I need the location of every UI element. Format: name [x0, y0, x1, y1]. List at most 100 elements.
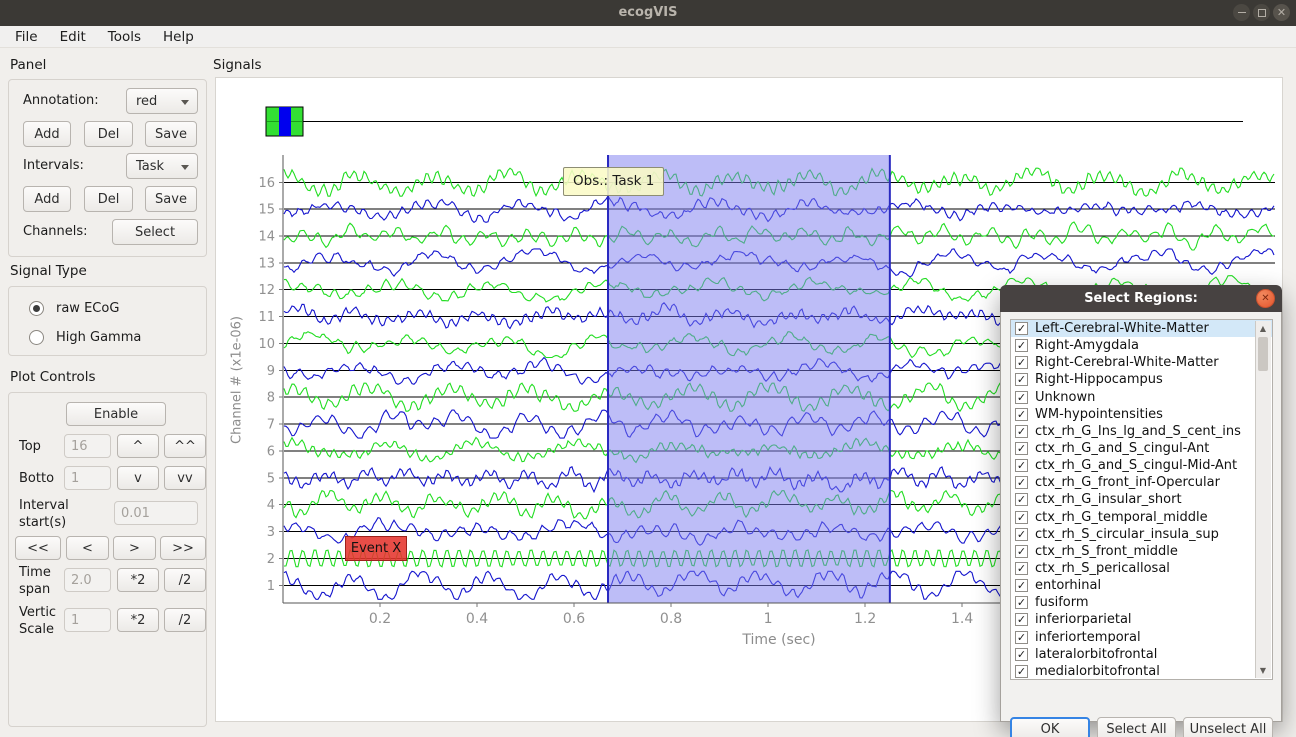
region-row[interactable]: ✓inferiorparietal: [1011, 611, 1272, 628]
region-name: ctx_rh_G_and_S_cingul-Mid-Ant: [1035, 458, 1237, 473]
channel-down-button[interactable]: v: [117, 466, 159, 490]
checkbox-checked[interactable]: ✓: [1015, 579, 1028, 592]
menu-edit[interactable]: Edit: [49, 26, 97, 48]
checkbox-checked[interactable]: ✓: [1015, 339, 1028, 352]
region-row[interactable]: ✓ Right-Amygdala: [1011, 337, 1272, 354]
region-row[interactable]: ✓ctx_rh_G_insular_short: [1011, 491, 1272, 508]
region-row[interactable]: ✓medialorbitofrontal: [1011, 663, 1272, 680]
checkbox-checked[interactable]: ✓: [1015, 511, 1028, 524]
signal-type-option-high-gamma[interactable]: High Gamma: [29, 328, 141, 346]
menu-help[interactable]: Help: [152, 26, 205, 48]
region-row[interactable]: ✓entorhinal: [1011, 577, 1272, 594]
dialog-close-button[interactable]: ✕: [1256, 289, 1275, 308]
intervals-combobox[interactable]: Task: [126, 153, 198, 179]
ok-button[interactable]: OK: [1010, 717, 1090, 737]
checkbox-checked[interactable]: ✓: [1015, 322, 1028, 335]
checkbox-checked[interactable]: ✓: [1015, 373, 1028, 386]
region-row[interactable]: ✓fusiform: [1011, 594, 1272, 611]
region-name: Right-Cerebral-White-Matter: [1035, 355, 1219, 370]
region-row[interactable]: ✓WM-hypointensities: [1011, 406, 1272, 423]
menu-tools[interactable]: Tools: [97, 26, 152, 48]
minimize-button[interactable]: [1233, 4, 1250, 21]
time-span-halve-button[interactable]: /2: [164, 568, 206, 592]
x-tick-label: 0.6: [563, 611, 585, 627]
dialog-title-bar: Select Regions:: [1000, 285, 1282, 312]
checkbox-checked[interactable]: ✓: [1015, 613, 1028, 626]
vertical-scale-double-button[interactable]: *2: [117, 608, 159, 632]
nav-page-forward-button[interactable]: >>: [160, 536, 206, 560]
maximize-button[interactable]: [1253, 4, 1270, 21]
scroll-down-icon[interactable]: ▼: [1256, 663, 1270, 678]
region-row[interactable]: ✓ctx_rh_S_pericallosal: [1011, 560, 1272, 577]
overview-current-window: [279, 107, 291, 136]
interval-selection-region[interactable]: [608, 155, 890, 603]
overview-timeline[interactable]: [266, 107, 1243, 136]
checkbox-checked[interactable]: ✓: [1015, 476, 1028, 489]
checkbox-checked[interactable]: ✓: [1015, 391, 1028, 404]
radio-button-selected[interactable]: [29, 301, 44, 316]
nav-step-back-button[interactable]: <: [66, 536, 109, 560]
bottom-channel-input[interactable]: [64, 466, 111, 490]
region-row[interactable]: ✓ Right-Hippocampus: [1011, 371, 1272, 388]
checkbox-checked[interactable]: ✓: [1015, 459, 1028, 472]
nav-step-forward-button[interactable]: >: [113, 536, 156, 560]
region-row[interactable]: ✓Left-Cerebral-White-Matter: [1011, 320, 1272, 337]
vertical-scale-halve-button[interactable]: /2: [164, 608, 206, 632]
checkbox-checked[interactable]: ✓: [1015, 493, 1028, 506]
y-tick-label: 11: [258, 310, 275, 325]
checkbox-checked[interactable]: ✓: [1015, 442, 1028, 455]
checkbox-checked[interactable]: ✓: [1015, 596, 1028, 609]
checkbox-checked[interactable]: ✓: [1015, 545, 1028, 558]
signal-type-option-raw-ecog[interactable]: raw ECoG: [29, 299, 119, 317]
channel-up-button[interactable]: ^: [117, 434, 159, 458]
region-name: Right-Amygdala: [1035, 338, 1139, 353]
select-all-button[interactable]: Select All: [1097, 717, 1176, 737]
region-row[interactable]: ✓ctx_rh_G_Ins_lg_and_S_cent_ins: [1011, 423, 1272, 440]
checkbox-checked[interactable]: ✓: [1015, 648, 1028, 661]
channel-down-fast-button[interactable]: vv: [164, 466, 206, 490]
checkbox-checked[interactable]: ✓: [1015, 665, 1028, 678]
interval-start-input[interactable]: [114, 501, 198, 525]
region-row[interactable]: ✓ctx_rh_G_and_S_cingul-Ant: [1011, 440, 1272, 457]
checkbox-checked[interactable]: ✓: [1015, 425, 1028, 438]
region-row[interactable]: ✓inferiortemporal: [1011, 629, 1272, 646]
regions-scrollbar[interactable]: ▲ ▼: [1255, 321, 1271, 678]
region-row[interactable]: ✓ ctx_rh_G_and_S_cingul-Mid-Ant: [1011, 457, 1272, 474]
region-row[interactable]: ✓ctx_rh_S_circular_insula_sup: [1011, 526, 1272, 543]
annotation-del-button[interactable]: Del: [84, 121, 133, 147]
event-marker-label[interactable]: Event X: [345, 536, 407, 561]
scrollbar-thumb[interactable]: [1258, 337, 1268, 371]
vertical-scale-input[interactable]: [64, 608, 111, 632]
region-row[interactable]: ✓ Right-Cerebral-White-Matter: [1011, 354, 1272, 371]
region-row[interactable]: ✓Unknown: [1011, 389, 1272, 406]
annotation-add-button[interactable]: Add: [23, 121, 71, 147]
region-row[interactable]: ✓ctx_rh_S_front_middle: [1011, 543, 1272, 560]
radio-button[interactable]: [29, 330, 44, 345]
region-row[interactable]: ✓lateralorbitofrontal: [1011, 646, 1272, 663]
time-span-double-button[interactable]: *2: [117, 568, 159, 592]
enable-button[interactable]: Enable: [66, 402, 166, 426]
interval-save-button[interactable]: Save: [145, 186, 197, 212]
region-row[interactable]: ✓ctx_rh_G_front_inf-Opercular: [1011, 474, 1272, 491]
unselect-all-button[interactable]: Unselect All: [1183, 717, 1273, 737]
checkbox-checked[interactable]: ✓: [1015, 631, 1028, 644]
checkbox-checked[interactable]: ✓: [1015, 528, 1028, 541]
y-tick-label: 2: [267, 552, 275, 567]
checkbox-checked[interactable]: ✓: [1015, 356, 1028, 369]
region-row[interactable]: ✓ctx_rh_G_temporal_middle: [1011, 509, 1272, 526]
channels-select-button[interactable]: Select: [112, 219, 198, 245]
nav-page-back-button[interactable]: <<: [15, 536, 61, 560]
annotation-combobox[interactable]: red: [126, 88, 198, 114]
top-channel-input[interactable]: [64, 434, 111, 458]
close-button[interactable]: ✕: [1273, 4, 1290, 21]
channel-up-fast-button[interactable]: ^^: [164, 434, 206, 458]
time-span-input[interactable]: [64, 568, 111, 592]
checkbox-checked[interactable]: ✓: [1015, 408, 1028, 421]
annotation-save-button[interactable]: Save: [145, 121, 197, 147]
menu-file[interactable]: File: [4, 26, 49, 48]
interval-add-button[interactable]: Add: [23, 186, 71, 212]
scroll-up-icon[interactable]: ▲: [1256, 321, 1270, 336]
interval-del-button[interactable]: Del: [84, 186, 133, 212]
region-name: Right-Hippocampus: [1035, 372, 1163, 387]
checkbox-checked[interactable]: ✓: [1015, 562, 1028, 575]
